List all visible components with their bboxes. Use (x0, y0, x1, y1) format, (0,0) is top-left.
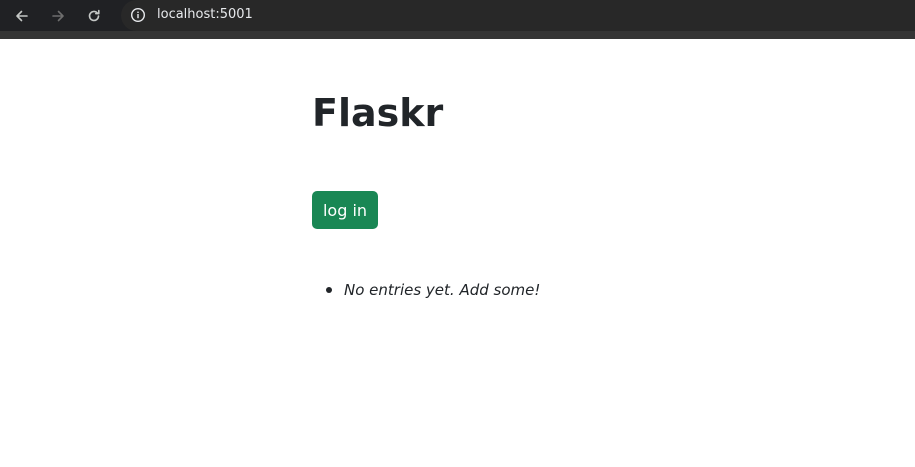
reload-icon (88, 9, 100, 22)
entries-list: No entries yet. Add some! (312, 279, 540, 301)
login-button[interactable]: log in (312, 191, 378, 229)
url-text[interactable]: localhost:5001 (157, 7, 253, 22)
site-info-button[interactable] (129, 6, 147, 24)
toolbar-bottom-strip (0, 31, 915, 39)
empty-entries-message: No entries yet. Add some! (344, 281, 541, 299)
arrow-left-icon (16, 10, 28, 22)
forward-button[interactable] (44, 4, 72, 28)
address-bar[interactable]: localhost:5001 (121, 0, 915, 31)
list-item: No entries yet. Add some! (312, 279, 540, 301)
info-icon (130, 7, 146, 23)
browser-toolbar: localhost:5001 (0, 0, 915, 39)
bullet-icon (326, 287, 332, 293)
page-title: Flaskr (312, 91, 444, 135)
page-body: Flaskr log in No entries yet. Add some! (0, 39, 915, 467)
back-button[interactable] (8, 4, 36, 28)
arrow-right-icon (52, 10, 64, 22)
reload-button[interactable] (80, 4, 108, 28)
